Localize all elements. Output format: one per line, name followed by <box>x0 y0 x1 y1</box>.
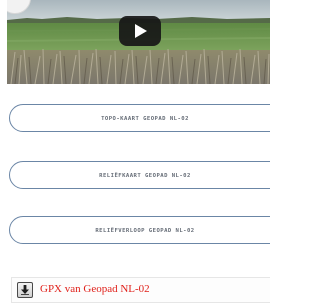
relief-map-button[interactable]: Reliëfkaart Geopad NL-02 <box>9 161 270 189</box>
page: Topo-kaart Geopad NL-02 Reliëfkaart Geop… <box>0 0 270 303</box>
video-embed[interactable] <box>7 0 270 84</box>
download-arrow-icon <box>21 285 29 295</box>
gpx-download-link[interactable]: GPX van Geopad NL-02 <box>40 283 150 295</box>
download-icon[interactable] <box>17 282 33 298</box>
elevation-profile-button-label: Reliëfverloop Geopad NL-02 <box>95 228 195 234</box>
play-button[interactable] <box>119 16 161 46</box>
play-icon <box>135 24 147 38</box>
topo-map-button-label: Topo-kaart Geopad NL-02 <box>101 116 189 122</box>
gpx-download-row[interactable]: GPX van Geopad NL-02 <box>11 277 270 303</box>
topo-map-button[interactable]: Topo-kaart Geopad NL-02 <box>9 104 270 132</box>
relief-map-button-label: Reliëfkaart Geopad NL-02 <box>99 173 191 179</box>
elevation-profile-button[interactable]: Reliëfverloop Geopad NL-02 <box>9 216 270 244</box>
